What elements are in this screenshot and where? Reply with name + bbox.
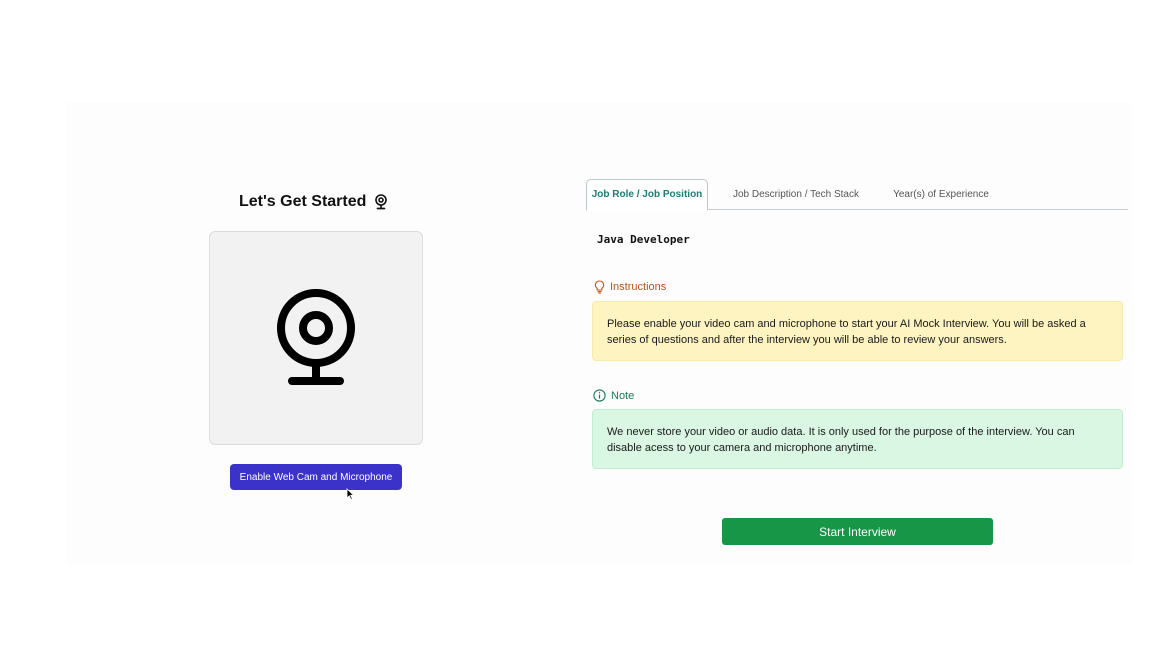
- lightbulb-icon: [594, 280, 605, 294]
- instructions-heading: Instructions: [594, 280, 666, 294]
- tab-job-role[interactable]: Job Role / Job Position: [586, 179, 708, 211]
- instructions-callout: Please enable your video cam and microph…: [592, 301, 1123, 361]
- enable-webcam-button[interactable]: Enable Web Cam and Microphone: [230, 464, 402, 490]
- note-heading: Note: [593, 389, 634, 402]
- tab-experience[interactable]: Year(s) of Experience: [884, 179, 998, 210]
- page-heading: Let's Get Started: [239, 191, 388, 213]
- tab-job-description[interactable]: Job Description / Tech Stack: [720, 179, 872, 210]
- page-title: Let's Get Started: [239, 193, 367, 210]
- job-role-value: Java Developer: [597, 233, 690, 246]
- note-label: Note: [611, 389, 635, 402]
- instructions-text: Please enable your video cam and microph…: [607, 318, 1086, 346]
- note-text: We never store your video or audio data.…: [607, 426, 1075, 454]
- webcam-icon: [277, 289, 355, 385]
- webcam-icon: [374, 194, 388, 210]
- webcam-preview: [209, 231, 423, 445]
- start-interview-button[interactable]: Start Interview: [722, 518, 993, 545]
- info-icon: [593, 389, 606, 402]
- mouse-cursor-icon: [346, 488, 355, 501]
- tab-bar: Job Role / Job Position Job Description …: [586, 179, 1128, 211]
- instructions-label: Instructions: [610, 281, 667, 293]
- note-callout: We never store your video or audio data.…: [592, 409, 1123, 469]
